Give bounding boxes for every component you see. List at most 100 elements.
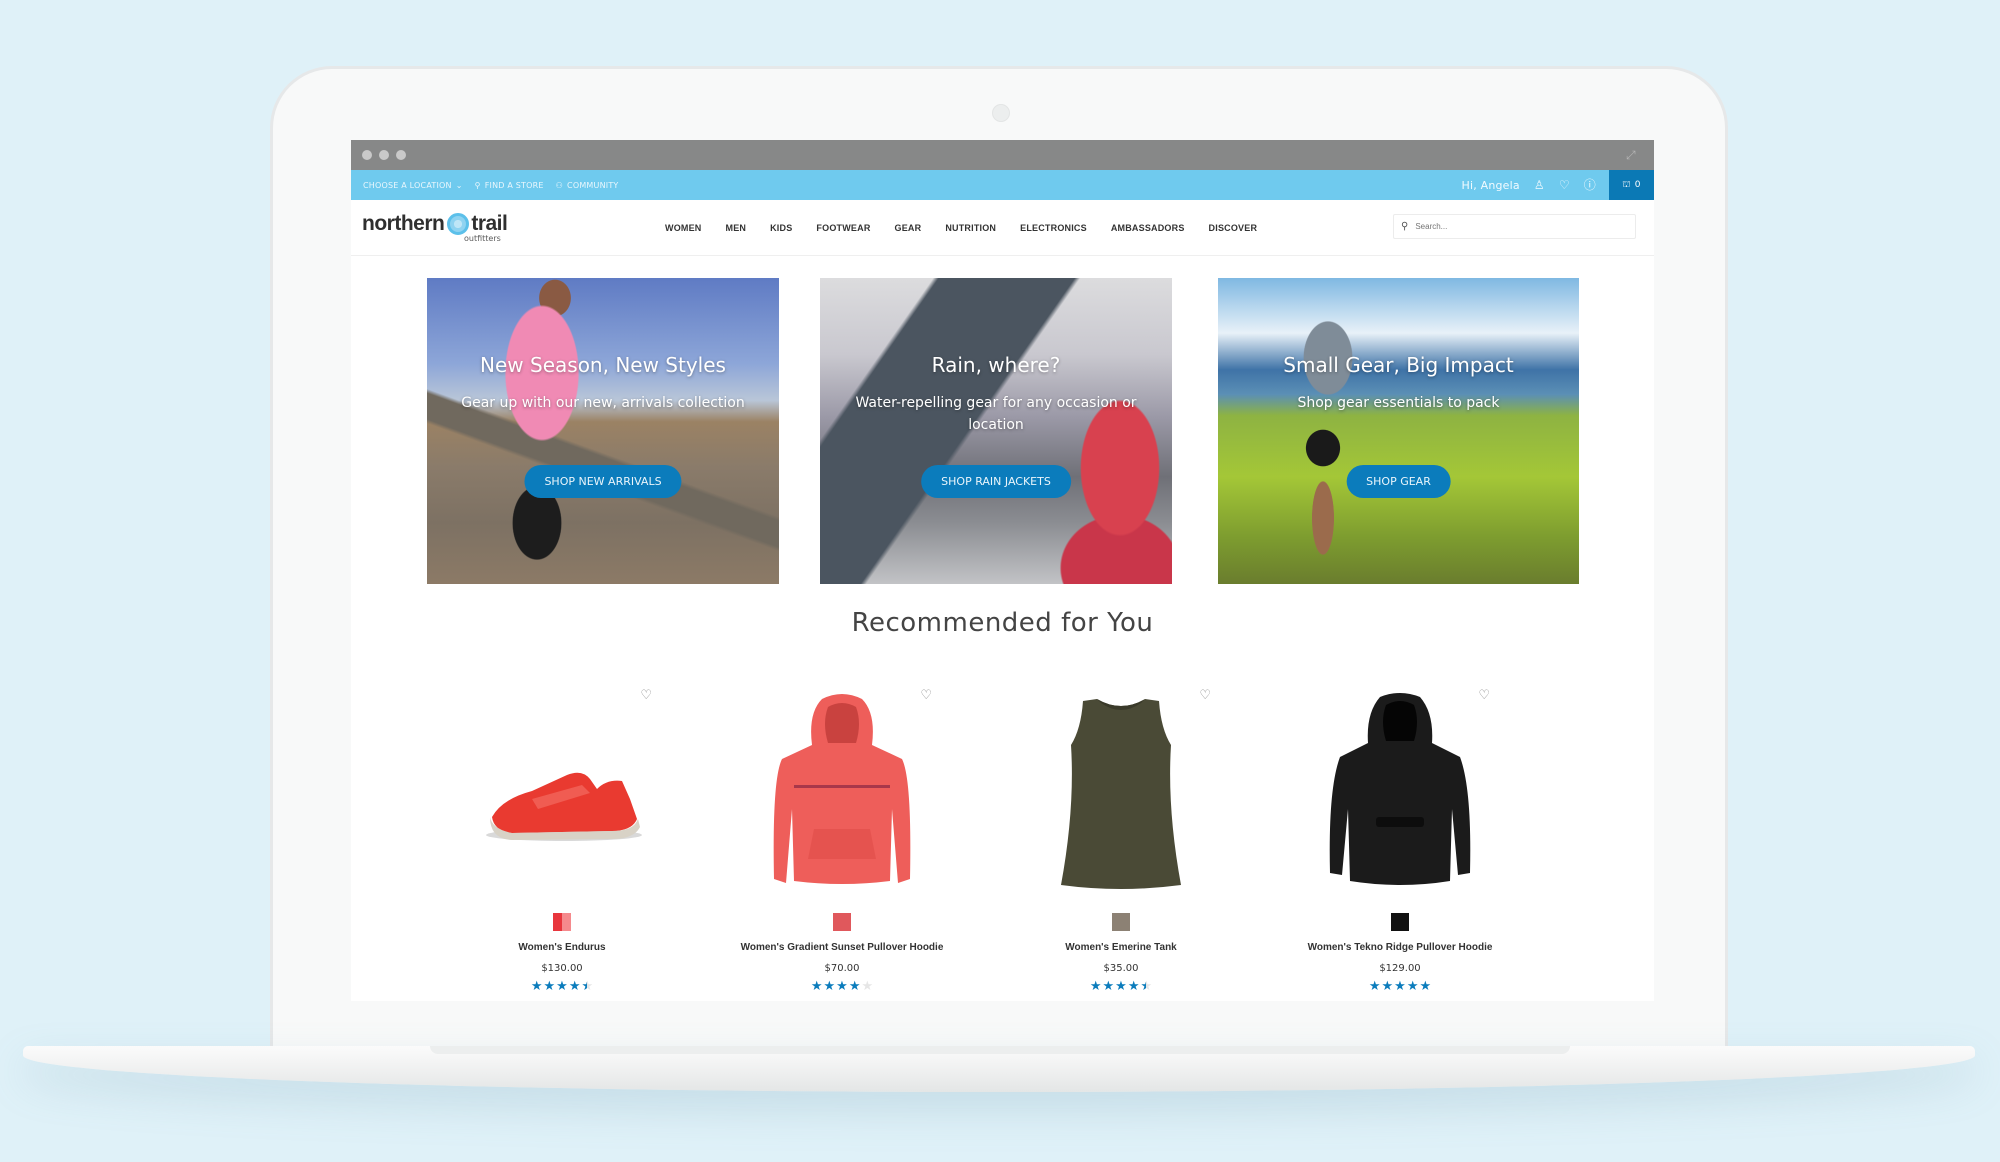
color-swatch[interactable] bbox=[1112, 913, 1130, 931]
star-icon: ★ bbox=[581, 979, 593, 994]
laptop-notch bbox=[430, 1046, 1570, 1054]
wishlist-heart-icon[interactable]: ♡ bbox=[1478, 688, 1490, 703]
nav-men[interactable]: MEN bbox=[726, 223, 747, 233]
choose-location-label: CHOOSE A LOCATION bbox=[363, 180, 452, 190]
laptop-camera bbox=[992, 104, 1010, 122]
star-icon: ★ bbox=[848, 979, 861, 994]
star-icon: ★ bbox=[861, 979, 874, 994]
search-box: ⚲ bbox=[1393, 214, 1636, 239]
product-price: $70.00 bbox=[824, 963, 860, 974]
star-icon: ★ bbox=[1102, 979, 1115, 994]
star-icon: ★ bbox=[1115, 979, 1127, 994]
star-icon: ★ bbox=[1089, 979, 1102, 994]
shopping-bag-icon: ⛫ bbox=[1622, 179, 1631, 190]
window-minimize-dot[interactable] bbox=[379, 150, 389, 160]
product-name[interactable]: Women's Endurus bbox=[432, 942, 692, 953]
product-price: $129.00 bbox=[1379, 963, 1421, 974]
product-card[interactable]: ♡ Women's Endurus $130.00 ★ ★ ★ ★ ★ bbox=[432, 680, 692, 1001]
globe-icon bbox=[447, 213, 470, 235]
search-input[interactable] bbox=[1413, 221, 1618, 232]
heart-icon[interactable]: ♡ bbox=[1559, 179, 1570, 191]
choose-location-dropdown[interactable]: CHOOSE A LOCATION ⌄ bbox=[363, 181, 463, 190]
product-card[interactable]: ♡ Women's Emerine Tank $35.00 ★ ★ ★ ★ ★ bbox=[991, 680, 1251, 1001]
product-card[interactable]: ♡ Women's Gradient Sunset Pullover Hoodi… bbox=[712, 680, 972, 1001]
shop-gear-button[interactable]: SHOP GEAR bbox=[1346, 465, 1451, 498]
site-header: northern trail outfitters WOMEN MEN KIDS… bbox=[351, 200, 1654, 256]
expand-icon[interactable]: ⤢ bbox=[1626, 148, 1640, 162]
star-rating: ★ ★ ★ ★ ★ bbox=[991, 979, 1251, 994]
window-close-dot[interactable] bbox=[362, 150, 372, 160]
logo-text-northern: northern bbox=[362, 212, 445, 235]
product-name[interactable]: Women's Gradient Sunset Pullover Hoodie bbox=[712, 942, 972, 953]
utility-bar: CHOOSE A LOCATION ⌄ ⚲ FIND A STORE ⚇ COM… bbox=[351, 170, 1654, 200]
star-icon: ★ bbox=[568, 979, 581, 994]
wishlist-heart-icon[interactable]: ♡ bbox=[640, 688, 652, 703]
hero-card-new-arrivals: New Season, New Styles Gear up with our … bbox=[427, 278, 779, 584]
star-icon: ★ bbox=[1140, 979, 1152, 994]
star-icon: ★ bbox=[836, 979, 848, 994]
star-icon: ★ bbox=[1419, 979, 1432, 994]
star-icon: ★ bbox=[1406, 979, 1419, 994]
wishlist-heart-icon[interactable]: ♡ bbox=[1199, 688, 1211, 703]
community-icon: ⚇ bbox=[555, 180, 564, 190]
shop-rain-jackets-button[interactable]: SHOP RAIN JACKETS bbox=[921, 465, 1071, 498]
color-swatch[interactable] bbox=[833, 913, 851, 931]
star-icon: ★ bbox=[530, 979, 543, 994]
star-rating: ★ ★ ★ ★ ★ bbox=[1270, 979, 1530, 994]
hero-title: Small Gear, Big Impact bbox=[1283, 353, 1514, 377]
hero-image-runner bbox=[427, 278, 779, 584]
star-icon: ★ bbox=[1368, 979, 1381, 994]
star-icon: ★ bbox=[543, 979, 556, 994]
nav-discover[interactable]: DISCOVER bbox=[1209, 223, 1258, 233]
cart-button[interactable]: ⛫ 0 bbox=[1609, 170, 1654, 200]
product-price: $130.00 bbox=[541, 963, 583, 974]
star-icon: ★ bbox=[1127, 979, 1140, 994]
product-name[interactable]: Women's Tekno Ridge Pullover Hoodie bbox=[1270, 942, 1530, 953]
window-maximize-dot[interactable] bbox=[396, 150, 406, 160]
main-nav: WOMEN MEN KIDS FOOTWEAR GEAR NUTRITION E… bbox=[665, 200, 1281, 255]
hero-subtitle: Gear up with our new, arrivals collectio… bbox=[461, 395, 745, 411]
nav-electronics[interactable]: ELECTRONICS bbox=[1020, 223, 1087, 233]
product-card[interactable]: ♡ Women's Tekno Ridge Pullover Hoodie $1… bbox=[1270, 680, 1530, 1001]
nav-kids[interactable]: KIDS bbox=[770, 223, 792, 233]
help-icon[interactable]: ⓘ bbox=[1584, 179, 1596, 191]
user-icon[interactable]: ♙ bbox=[1534, 179, 1545, 191]
logo[interactable]: northern trail outfitters bbox=[362, 212, 508, 243]
recommended-title: Recommended for You bbox=[851, 608, 1154, 638]
browser-titlebar: ⤢ bbox=[351, 140, 1654, 170]
community-link[interactable]: ⚇ COMMUNITY bbox=[556, 181, 619, 190]
shop-new-arrivals-button[interactable]: SHOP NEW ARRIVALS bbox=[524, 465, 682, 498]
find-store-label: FIND A STORE bbox=[484, 180, 544, 190]
hero-subtitle: Water-repelling gear for any occasion or… bbox=[855, 395, 1137, 433]
community-label: COMMUNITY bbox=[567, 180, 619, 190]
nav-women[interactable]: WOMEN bbox=[665, 223, 702, 233]
hero-title: Rain, where? bbox=[931, 353, 1061, 377]
find-store-link[interactable]: ⚲ FIND A STORE bbox=[475, 181, 544, 190]
wishlist-heart-icon[interactable]: ♡ bbox=[920, 688, 932, 703]
nav-nutrition[interactable]: NUTRITION bbox=[945, 223, 996, 233]
star-rating: ★ ★ ★ ★ ★ bbox=[432, 979, 692, 994]
nav-ambassadors[interactable]: AMBASSADORS bbox=[1111, 223, 1185, 233]
product-image-black-hoodie bbox=[1329, 693, 1471, 885]
nav-gear[interactable]: GEAR bbox=[895, 223, 922, 233]
star-icon: ★ bbox=[810, 979, 823, 994]
hero-subtitle: Shop gear essentials to pack bbox=[1297, 395, 1500, 411]
hero-card-gear: Small Gear, Big Impact Shop gear essenti… bbox=[1218, 278, 1579, 584]
logo-text-trail: trail bbox=[471, 212, 508, 235]
hero-card-rain-jackets: Rain, where? Water-repelling gear for an… bbox=[820, 278, 1172, 584]
color-swatch[interactable] bbox=[1391, 913, 1409, 931]
product-name[interactable]: Women's Emerine Tank bbox=[991, 942, 1251, 953]
account-greeting[interactable]: Hi, Angela bbox=[1461, 179, 1519, 192]
browser-window: ⤢ CHOOSE A LOCATION ⌄ ⚲ FIND A STORE ⚇ C… bbox=[351, 140, 1654, 1001]
product-image-coral-hoodie bbox=[773, 694, 911, 884]
color-swatch[interactable] bbox=[553, 913, 571, 931]
cart-count: 0 bbox=[1634, 180, 1641, 190]
search-icon: ⚲ bbox=[1401, 221, 1409, 232]
product-price: $35.00 bbox=[1103, 963, 1139, 974]
star-icon: ★ bbox=[1394, 979, 1406, 994]
product-image-olive-tank bbox=[1061, 699, 1181, 889]
hero-title: New Season, New Styles bbox=[480, 353, 726, 377]
nav-footwear[interactable]: FOOTWEAR bbox=[816, 223, 870, 233]
star-icon: ★ bbox=[556, 979, 568, 994]
star-icon: ★ bbox=[1381, 979, 1394, 994]
